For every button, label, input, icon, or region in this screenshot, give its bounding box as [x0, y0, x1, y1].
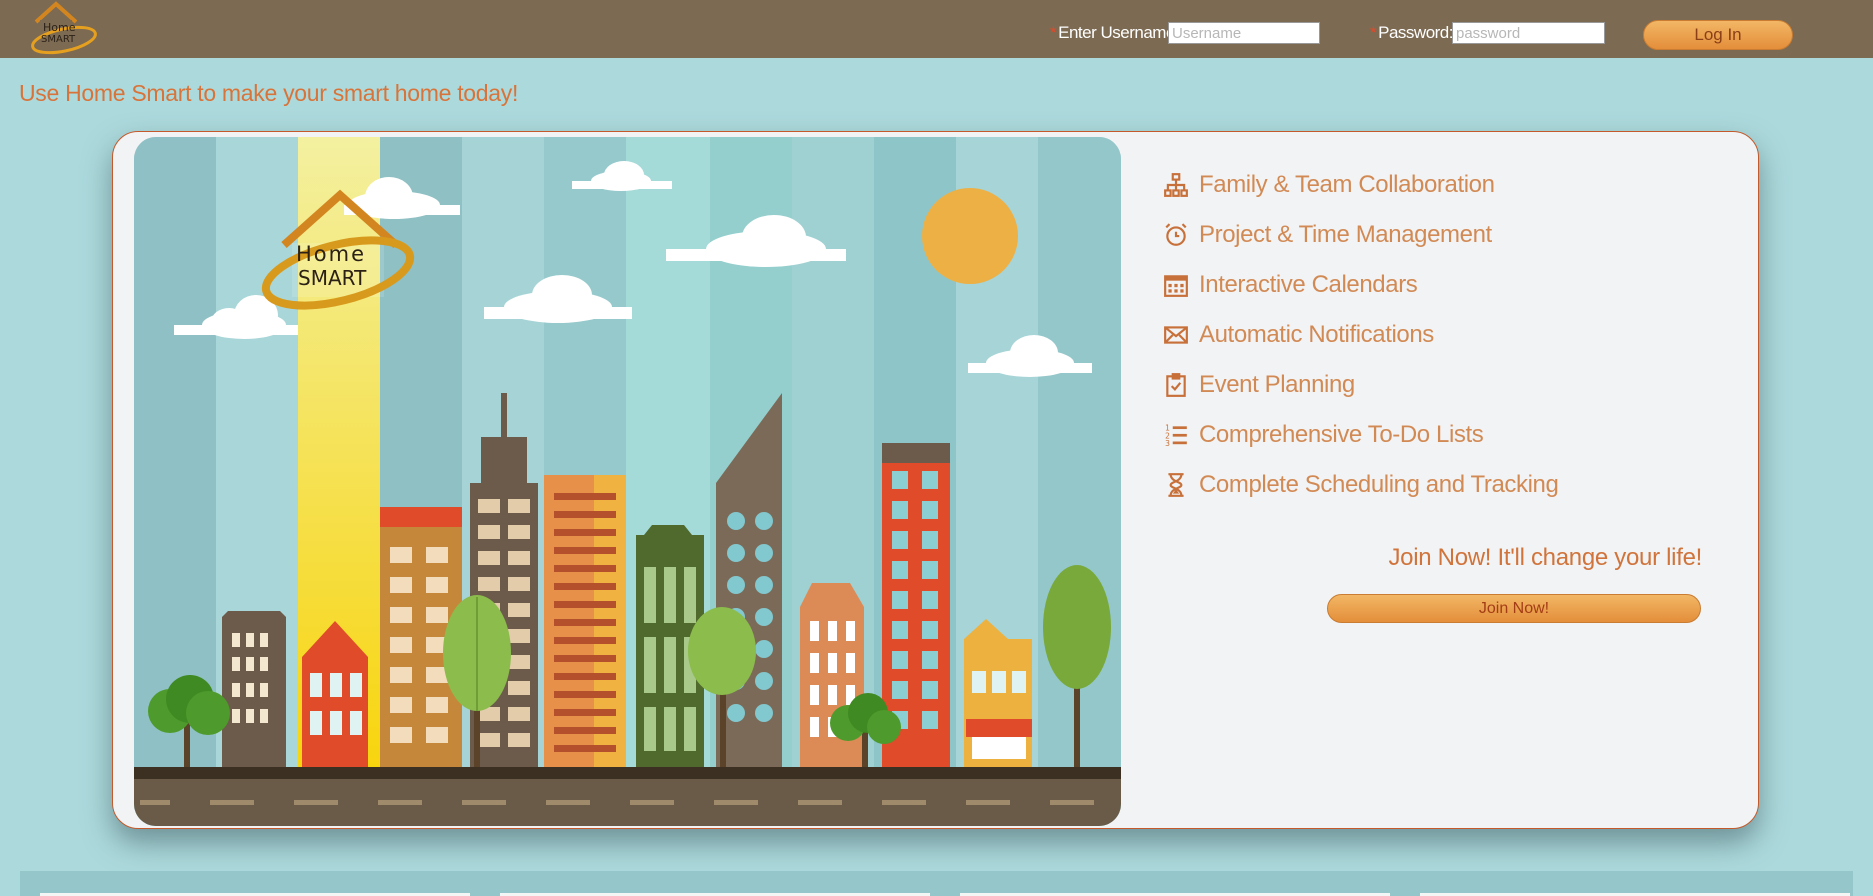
- feature-item-notifications: Automatic Notifications: [1163, 310, 1558, 360]
- clipboard-check-icon: [1163, 372, 1189, 398]
- feature-item-collaboration: Family & Team Collaboration: [1163, 160, 1558, 210]
- calendar-icon: [1163, 272, 1189, 298]
- required-marker: *: [1370, 23, 1377, 42]
- login-button[interactable]: Log In: [1643, 20, 1793, 50]
- password-input[interactable]: [1452, 22, 1605, 44]
- feature-label: Project & Time Management: [1199, 221, 1492, 248]
- svg-text:SMART: SMART: [298, 266, 367, 290]
- city-illustration: Home SMART: [134, 137, 1121, 826]
- tagline: Use Home Smart to make your smart home t…: [19, 80, 519, 106]
- join-now-button[interactable]: Join Now!: [1327, 594, 1701, 623]
- envelope-icon: [1163, 322, 1189, 348]
- svg-text:Home: Home: [296, 242, 366, 266]
- alarm-clock-icon: [1163, 222, 1189, 248]
- username-label-text: Enter Username: [1058, 23, 1175, 42]
- feature-item-project-time: Project & Time Management: [1163, 210, 1558, 260]
- feature-item-event-planning: Event Planning: [1163, 360, 1558, 410]
- username-label: * Enter Username: [1050, 23, 1175, 43]
- join-headline: Join Now! It'll change your life!: [1388, 544, 1702, 571]
- feature-label: Complete Scheduling and Tracking: [1199, 471, 1559, 498]
- username-input[interactable]: [1168, 22, 1320, 44]
- feature-label: Event Planning: [1199, 371, 1355, 398]
- logo-graphic: Home SMART: [31, 1, 97, 55]
- password-label-text: Password:: [1378, 23, 1453, 42]
- feature-label: Comprehensive To-Do Lists: [1199, 421, 1484, 448]
- svg-text:SMART: SMART: [41, 34, 76, 45]
- sitemap-icon: [1163, 172, 1189, 198]
- city-skyline-image: Home SMART: [134, 137, 1121, 826]
- feature-list: Family & Team Collaboration Project & Ti…: [1163, 160, 1559, 510]
- required-marker: *: [1050, 23, 1057, 42]
- svg-text:Home: Home: [43, 21, 76, 34]
- hourglass-icon: [1163, 472, 1189, 498]
- feature-item-calendars: Interactive Calendars: [1163, 260, 1558, 310]
- feature-label: Automatic Notifications: [1199, 321, 1434, 348]
- numbered-list-icon: 123: [1163, 422, 1189, 448]
- svg-text:3: 3: [1165, 439, 1170, 448]
- feature-item-todo-lists: 123 Comprehensive To-Do Lists: [1163, 410, 1558, 460]
- feature-label: Family & Team Collaboration: [1199, 171, 1495, 198]
- feature-label: Interactive Calendars: [1199, 271, 1418, 298]
- feature-item-scheduling: Complete Scheduling and Tracking: [1163, 460, 1559, 510]
- password-label: * Password:: [1370, 23, 1453, 43]
- home-smart-logo[interactable]: Home SMART: [28, 0, 100, 56]
- top-bar: Home SMART *Enter Username *Password: Lo…: [0, 0, 1873, 58]
